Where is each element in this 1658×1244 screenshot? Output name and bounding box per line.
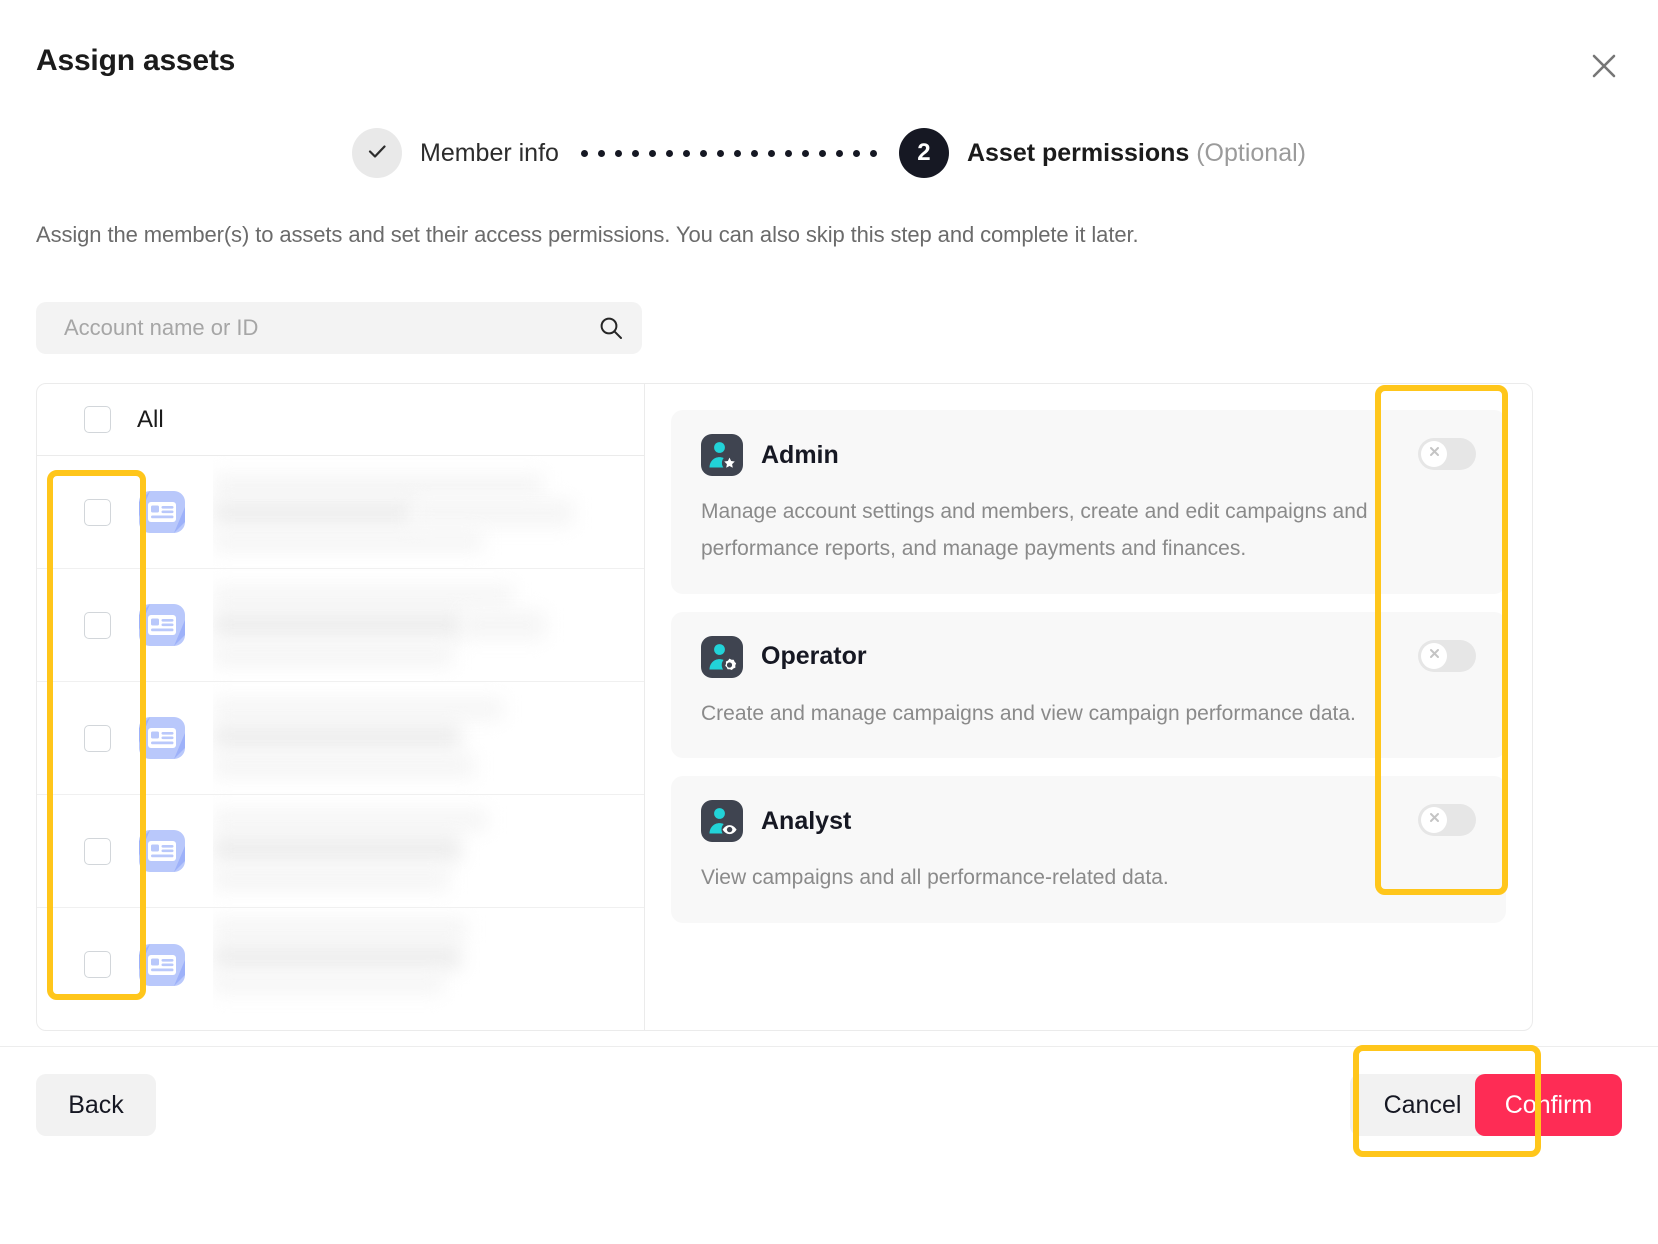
account-card-icon <box>137 713 187 763</box>
step-2-bubble: 2 <box>898 128 949 178</box>
account-card-icon <box>137 487 187 537</box>
check-icon <box>364 138 390 169</box>
stepper-dot <box>733 149 741 157</box>
role-header: Operator <box>701 635 1476 678</box>
role-card-analyst: Analyst View campaigns and all performan… <box>671 776 1506 923</box>
account-checkbox[interactable] <box>84 498 111 526</box>
step-1-bubble <box>352 128 402 178</box>
dialog-description: Assign the member(s) to assets and set t… <box>36 222 1139 247</box>
select-all-checkbox[interactable] <box>84 406 111 433</box>
stepper-dot <box>631 149 639 157</box>
stepper-dot <box>580 149 588 157</box>
analyst-permission-toggle[interactable] <box>1418 804 1476 837</box>
account-name-redacted <box>213 908 644 1021</box>
operator-role-icon <box>701 635 743 678</box>
list-item[interactable] <box>37 682 644 795</box>
cross-icon <box>1427 444 1442 464</box>
admin-permission-toggle[interactable] <box>1418 438 1476 470</box>
search-icon[interactable] <box>598 315 624 341</box>
step-member-info[interactable]: Member info <box>352 128 559 178</box>
list-item[interactable] <box>37 795 644 908</box>
stepper-dot <box>614 149 622 157</box>
close-button[interactable] <box>1578 40 1630 92</box>
stepper-dot <box>648 149 656 157</box>
step-asset-permissions[interactable]: 2 Asset permissions (Optional) <box>898 128 1306 178</box>
role-card-operator: Operator Create and manage campaigns and… <box>671 611 1506 759</box>
account-checkbox[interactable] <box>84 611 111 639</box>
page-title: Assign assets <box>36 44 236 77</box>
wizard-stepper: Member info 2 Asset permissions (Optiona… <box>0 128 1658 178</box>
confirm-button[interactable]: Confirm <box>1475 1074 1622 1136</box>
stepper-dot <box>835 149 843 157</box>
select-all-row[interactable]: All <box>37 384 644 456</box>
role-name: Analyst <box>761 806 852 835</box>
step-2-title: Asset permissions <box>966 138 1190 167</box>
list-item[interactable] <box>37 456 644 569</box>
accounts-panel: All <box>37 384 645 1030</box>
account-card-icon <box>137 940 187 990</box>
role-header: Admin <box>701 434 1476 476</box>
step-2-label: Asset permissions (Optional) <box>967 139 1306 168</box>
cancel-button[interactable]: Cancel <box>1350 1074 1495 1136</box>
step-1-label: Member info <box>420 138 559 167</box>
back-button[interactable]: Back <box>36 1074 156 1136</box>
stepper-dot <box>665 149 673 157</box>
stepper-dot <box>801 149 809 157</box>
stepper-dot <box>716 149 724 157</box>
toggle-knob <box>1421 441 1447 467</box>
cross-icon <box>1427 646 1442 666</box>
permissions-panel: Admin Manage account settings and member… <box>645 384 1532 1030</box>
stepper-dot <box>818 149 826 157</box>
stepper-connector <box>580 149 877 157</box>
toggle-knob <box>1421 642 1447 669</box>
account-checkbox[interactable] <box>84 837 111 865</box>
account-name-redacted <box>213 569 644 681</box>
close-icon <box>1589 51 1619 81</box>
account-name-redacted <box>213 795 644 907</box>
role-description: View campaigns and all performance-relat… <box>701 866 1169 890</box>
analyst-role-icon <box>701 800 743 843</box>
toggle-knob <box>1421 807 1447 834</box>
stepper-dot <box>597 149 605 157</box>
role-name: Admin <box>761 440 839 469</box>
admin-role-icon <box>701 434 743 476</box>
stepper-dot <box>784 149 792 157</box>
assign-panels: All Admin Manage account settings and me… <box>36 383 1533 1031</box>
cross-icon <box>1427 810 1442 830</box>
account-card-icon <box>137 826 187 876</box>
account-checkbox[interactable] <box>84 724 111 752</box>
assign-assets-dialog: Assign assets Member info 2 Asset permis… <box>0 0 1658 1244</box>
search-box[interactable] <box>36 302 642 354</box>
footer-divider <box>0 1046 1658 1047</box>
account-card-icon <box>137 600 187 650</box>
stepper-dot <box>682 149 690 157</box>
stepper-dot <box>750 149 758 157</box>
step-2-optional: (Optional) <box>1189 138 1306 167</box>
stepper-dot <box>869 149 877 157</box>
role-header: Analyst <box>701 800 1476 843</box>
role-description: Create and manage campaigns and view cam… <box>701 701 1356 725</box>
list-item[interactable] <box>37 569 644 682</box>
step-2-number: 2 <box>917 139 931 166</box>
account-list <box>37 456 644 1030</box>
operator-permission-toggle[interactable] <box>1418 639 1476 672</box>
account-name-redacted <box>213 456 644 568</box>
search-input[interactable] <box>62 314 598 342</box>
account-checkbox[interactable] <box>84 951 111 978</box>
account-name-redacted <box>213 682 644 794</box>
select-all-label: All <box>137 405 164 433</box>
stepper-dot <box>699 149 707 157</box>
stepper-dot <box>852 149 860 157</box>
stepper-dot <box>767 149 775 157</box>
role-description: Manage account settings and members, cre… <box>701 500 1368 560</box>
list-item[interactable] <box>37 908 644 1021</box>
role-name: Operator <box>761 642 867 670</box>
role-card-admin: Admin Manage account settings and member… <box>671 410 1506 594</box>
